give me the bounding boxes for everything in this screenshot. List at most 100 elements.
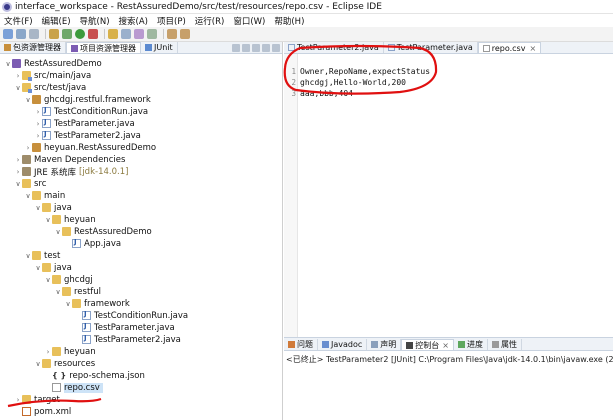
tab-problems[interactable]: 问题 <box>284 339 318 350</box>
tab-testparameter2-java[interactable]: TestParameter2.java <box>284 42 384 53</box>
close-icon[interactable]: × <box>442 341 449 350</box>
chevron-right-icon[interactable]: › <box>34 132 42 140</box>
chevron-right-icon[interactable]: › <box>34 120 42 128</box>
tab-testparameter-java[interactable]: TestParameter.java <box>384 42 478 53</box>
folder-icon <box>52 215 61 224</box>
tree-item[interactable]: App.java <box>64 237 121 250</box>
chevron-right-icon[interactable]: › <box>24 144 32 152</box>
chevron-right-icon[interactable]: › <box>34 108 42 116</box>
chevron-down-icon[interactable]: ∨ <box>44 216 52 224</box>
console-output: <已终止> TestParameter2 [JUnit] C:\Program … <box>286 355 613 364</box>
maximize-icon[interactable] <box>272 44 280 52</box>
tree-item-label: heyuan <box>64 214 96 225</box>
toolbar-divider <box>163 29 164 39</box>
chevron-right-icon[interactable]: › <box>14 168 22 176</box>
explorer-tab-bar: 包资源管理器 项目资源管理器 JUnit <box>0 42 282 54</box>
chevron-down-icon[interactable]: ∨ <box>34 264 42 272</box>
forward-icon[interactable] <box>180 29 190 39</box>
collapse-all-icon[interactable] <box>232 44 240 52</box>
chevron-down-icon[interactable]: ∨ <box>14 180 22 188</box>
menu-window[interactable]: 窗口(W) <box>233 15 265 27</box>
minimize-icon[interactable] <box>262 44 270 52</box>
search-icon[interactable] <box>121 29 131 39</box>
source-folder-icon <box>22 71 32 81</box>
tree-item[interactable]: pom.xml <box>14 405 71 418</box>
text-editor[interactable]: 1 Owner,RepoName,expectStatus 2 ghcdgj,H… <box>284 54 613 337</box>
code-line[interactable]: 2 ghcdgj,Hello-World,200 <box>284 77 405 87</box>
folder-icon <box>62 227 71 236</box>
menu-file[interactable]: 文件(F) <box>4 15 33 27</box>
chevron-down-icon[interactable]: ∨ <box>54 228 62 236</box>
tab-declaration[interactable]: 声明 <box>367 339 402 350</box>
chevron-right-icon[interactable]: › <box>44 348 52 356</box>
run-icon[interactable] <box>75 29 85 39</box>
tree-item-label: java <box>54 202 72 213</box>
menu-project[interactable]: 项目(P) <box>157 15 186 27</box>
link-editor-icon[interactable] <box>242 44 250 52</box>
menu-run[interactable]: 运行(R) <box>195 15 225 27</box>
new-icon[interactable] <box>3 29 13 39</box>
chevron-down-icon[interactable]: ∨ <box>4 60 12 68</box>
package-icon <box>32 143 41 152</box>
folder-icon <box>52 347 61 356</box>
folder-icon <box>32 191 41 200</box>
chevron-down-icon[interactable]: ∨ <box>14 84 22 92</box>
tab-junit[interactable]: JUnit <box>141 42 178 53</box>
tree-item-label: restful <box>74 286 102 297</box>
folder-icon <box>62 287 71 296</box>
save-all-icon[interactable] <box>29 29 39 39</box>
tree-item-label: framework <box>84 298 130 309</box>
menu-help[interactable]: 帮助(H) <box>274 15 304 27</box>
tree-item-label: JRE 系统库 <box>34 167 76 178</box>
chevron-down-icon[interactable]: ∨ <box>44 276 52 284</box>
menu-search[interactable]: 搜索(A) <box>119 15 148 27</box>
chevron-down-icon[interactable]: ∨ <box>64 300 72 308</box>
tab-javadoc[interactable]: Javadoc <box>318 339 368 350</box>
chevron-down-icon[interactable]: ∨ <box>24 252 32 260</box>
external-tools-icon[interactable] <box>88 29 98 39</box>
console-tab-bar: 问题 Javadoc 声明 控制台 × 进度 属性 <box>284 338 613 351</box>
view-menu-icon[interactable] <box>252 44 260 52</box>
code-line[interactable]: 3 aaa,bbb,404 <box>284 88 353 98</box>
annotation-icon[interactable] <box>134 29 144 39</box>
tree-item-label: TestParameter2.java <box>94 334 181 345</box>
declaration-icon <box>371 341 379 348</box>
chevron-down-icon[interactable]: ∨ <box>54 288 62 296</box>
tree-item-label: repo.csv <box>64 382 103 393</box>
tree-item-label: src/test/java <box>34 82 87 93</box>
javadoc-icon <box>322 341 329 348</box>
problems-icon <box>288 341 295 348</box>
folder-icon <box>22 395 31 404</box>
next-annotation-icon[interactable] <box>147 29 157 39</box>
close-icon[interactable]: × <box>529 44 536 53</box>
folder-icon <box>22 179 31 188</box>
chevron-down-icon[interactable]: ∨ <box>24 96 32 104</box>
menu-edit[interactable]: 编辑(E) <box>42 15 71 27</box>
project-icon <box>12 59 21 68</box>
tab-progress[interactable]: 进度 <box>454 339 488 350</box>
menu-bar: 文件(F) 编辑(E) 导航(N) 搜索(A) 项目(P) 运行(R) 窗口(W… <box>0 14 613 27</box>
tree-item-label: Maven Dependencies <box>34 154 126 165</box>
open-type-icon[interactable] <box>108 29 118 39</box>
code-line[interactable]: 1 Owner,RepoName,expectStatus <box>284 66 430 76</box>
back-icon[interactable] <box>167 29 177 39</box>
tab-project-explorer[interactable]: 项目资源管理器 <box>66 42 141 53</box>
tab-properties[interactable]: 属性 <box>488 339 522 350</box>
chevron-down-icon[interactable]: ∨ <box>24 192 32 200</box>
chevron-down-icon[interactable]: ∨ <box>34 204 42 212</box>
tree-item-label: java <box>54 262 72 273</box>
chevron-right-icon[interactable]: › <box>14 396 22 404</box>
tab-label: JUnit <box>154 43 173 52</box>
chevron-down-icon[interactable]: ∨ <box>34 360 42 368</box>
tab-package-explorer[interactable]: 包资源管理器 <box>0 42 66 53</box>
tab-console[interactable]: 控制台 × <box>401 339 454 350</box>
menu-navigate[interactable]: 导航(N) <box>80 15 110 27</box>
build-icon[interactable] <box>49 29 59 39</box>
tree-item-label: repo-schema.json <box>69 370 145 381</box>
tab-repo-csv[interactable]: repo.csv × <box>477 42 542 53</box>
chevron-right-icon[interactable]: › <box>14 156 22 164</box>
chevron-right-icon[interactable]: › <box>14 72 22 80</box>
debug-icon[interactable] <box>62 29 72 39</box>
java-file-icon <box>42 106 51 116</box>
save-icon[interactable] <box>16 29 26 39</box>
